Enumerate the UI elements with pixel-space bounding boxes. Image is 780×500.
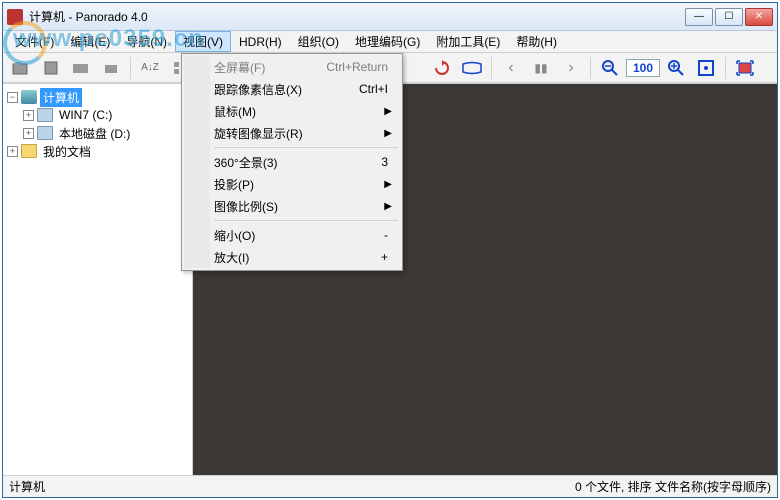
tree-drive-d[interactable]: + 本地磁盘 (D:) xyxy=(5,124,190,142)
tool-fullscreen-icon[interactable] xyxy=(731,56,759,80)
close-button[interactable]: ✕ xyxy=(745,8,773,26)
titlebar: 计算机 - Panorado 4.0 — ☐ ✕ xyxy=(3,3,777,31)
menu-file[interactable]: 文件(F) xyxy=(7,31,62,52)
menu-item-label: 全屏幕(F) xyxy=(214,59,265,76)
menu-item-shortcut: - xyxy=(384,228,388,242)
folder-tree: − 计算机 + WIN7 (C:) + 本地磁盘 (D:) + 我的文档 xyxy=(3,84,193,475)
maximize-button[interactable]: ☐ xyxy=(715,8,743,26)
submenu-arrow-icon: ▶ xyxy=(384,201,392,212)
menu-zoom-out[interactable]: 缩小(O) - xyxy=(184,224,400,246)
menu-item-shortcut: 3 xyxy=(381,155,388,169)
toolbar-sep2 xyxy=(491,57,492,79)
menu-separator xyxy=(214,147,398,148)
tool-next-icon[interactable]: › xyxy=(557,56,585,80)
tool-sort-az-icon[interactable]: A↓Z xyxy=(136,56,164,80)
status-left: 计算机 xyxy=(9,478,45,495)
menu-item-label: 放大(I) xyxy=(214,249,249,266)
tool-zoom-in-icon[interactable] xyxy=(662,56,690,80)
expand-icon[interactable]: + xyxy=(23,110,34,121)
menu-hdr[interactable]: HDR(H) xyxy=(231,31,290,52)
menu-item-shortcut: Ctrl+I xyxy=(359,82,388,96)
tool-zoom-out-icon[interactable] xyxy=(596,56,624,80)
menu-image-scale[interactable]: 图像比例(S) ▶ xyxy=(184,195,400,217)
computer-icon xyxy=(21,90,37,104)
menu-tools[interactable]: 附加工具(E) xyxy=(428,31,508,52)
tree-label-drive-c: WIN7 (C:) xyxy=(56,107,115,123)
menu-zoom-in[interactable]: 放大(I) + xyxy=(184,246,400,268)
window-title: 计算机 - Panorado 4.0 xyxy=(29,8,685,25)
tree-label-computer: 计算机 xyxy=(40,88,82,107)
tool-prev-icon[interactable]: ‹ xyxy=(497,56,525,80)
status-right: 0 个文件, 排序 文件名称(按字母顺序) xyxy=(575,478,771,495)
expand-icon[interactable]: + xyxy=(23,128,34,139)
app-icon xyxy=(7,9,23,25)
menu-item-shortcut: Ctrl+Return xyxy=(326,60,388,74)
statusbar: 计算机 0 个文件, 排序 文件名称(按字母顺序) xyxy=(3,475,777,497)
tree-drive-c[interactable]: + WIN7 (C:) xyxy=(5,106,190,124)
tool-print-icon[interactable] xyxy=(97,56,125,80)
menu-rotate-display[interactable]: 旋转图像显示(R) ▶ xyxy=(184,122,400,144)
menu-fullscreen[interactable]: 全屏幕(F) Ctrl+Return xyxy=(184,56,400,78)
menu-view[interactable]: 视图(V) xyxy=(175,31,231,52)
folder-icon xyxy=(21,144,37,158)
toolbar-sep3 xyxy=(590,57,591,79)
tree-label-drive-d: 本地磁盘 (D:) xyxy=(56,124,133,143)
tool-pause-icon[interactable]: ▮▮ xyxy=(527,56,555,80)
tree-mydocs[interactable]: + 我的文档 xyxy=(5,142,190,160)
menu-separator xyxy=(214,220,398,221)
menu-item-label: 旋转图像显示(R) xyxy=(214,125,303,142)
tool-fit-icon[interactable] xyxy=(692,56,720,80)
drive-icon xyxy=(37,126,53,140)
menu-edit[interactable]: 编辑(E) xyxy=(62,31,118,52)
zoom-level[interactable]: 100 xyxy=(626,59,660,77)
app-window: www.pc0359.cn 计算机 - Panorado 4.0 — ☐ ✕ 文… xyxy=(2,2,778,498)
tool-open-icon[interactable] xyxy=(7,56,35,80)
tool-save-icon[interactable] xyxy=(37,56,65,80)
menu-help[interactable]: 帮助(H) xyxy=(508,31,565,52)
expand-icon[interactable]: + xyxy=(7,146,18,157)
menubar: 文件(F) 编辑(E) 导航(N) 视图(V) HDR(H) 组织(O) 地理编… xyxy=(3,31,777,53)
tree-label-mydocs: 我的文档 xyxy=(40,142,94,161)
menu-item-label: 360°全景(3) xyxy=(214,154,278,171)
menu-360-panorama[interactable]: 360°全景(3) 3 xyxy=(184,151,400,173)
menu-item-label: 缩小(O) xyxy=(214,227,255,244)
toolbar-sep4 xyxy=(725,57,726,79)
menu-projection[interactable]: 投影(P) ▶ xyxy=(184,173,400,195)
toolbar-sep xyxy=(130,57,131,79)
tree-root-computer[interactable]: − 计算机 xyxy=(5,88,190,106)
menu-item-label: 图像比例(S) xyxy=(214,198,278,215)
menu-track-pixel[interactable]: 跟踪像素信息(X) Ctrl+I xyxy=(184,78,400,100)
tool-folder-icon[interactable] xyxy=(67,56,95,80)
minimize-button[interactable]: — xyxy=(685,8,713,26)
menu-item-label: 跟踪像素信息(X) xyxy=(214,81,302,98)
menu-item-label: 鼠标(M) xyxy=(214,103,256,120)
submenu-arrow-icon: ▶ xyxy=(384,128,392,139)
submenu-arrow-icon: ▶ xyxy=(384,106,392,117)
menu-nav[interactable]: 导航(N) xyxy=(118,31,175,52)
view-menu-dropdown: 全屏幕(F) Ctrl+Return 跟踪像素信息(X) Ctrl+I 鼠标(M… xyxy=(181,53,403,271)
menu-item-shortcut: + xyxy=(381,250,388,264)
menu-mouse[interactable]: 鼠标(M) ▶ xyxy=(184,100,400,122)
tool-rotate-icon[interactable] xyxy=(428,56,456,80)
window-buttons: — ☐ ✕ xyxy=(685,8,773,26)
drive-icon xyxy=(37,108,53,122)
menu-org[interactable]: 组织(O) xyxy=(290,31,347,52)
menu-geo[interactable]: 地理编码(G) xyxy=(347,31,428,52)
submenu-arrow-icon: ▶ xyxy=(384,179,392,190)
tool-panorama-icon[interactable] xyxy=(458,56,486,80)
menu-item-label: 投影(P) xyxy=(214,176,254,193)
expand-icon[interactable]: − xyxy=(7,92,18,103)
